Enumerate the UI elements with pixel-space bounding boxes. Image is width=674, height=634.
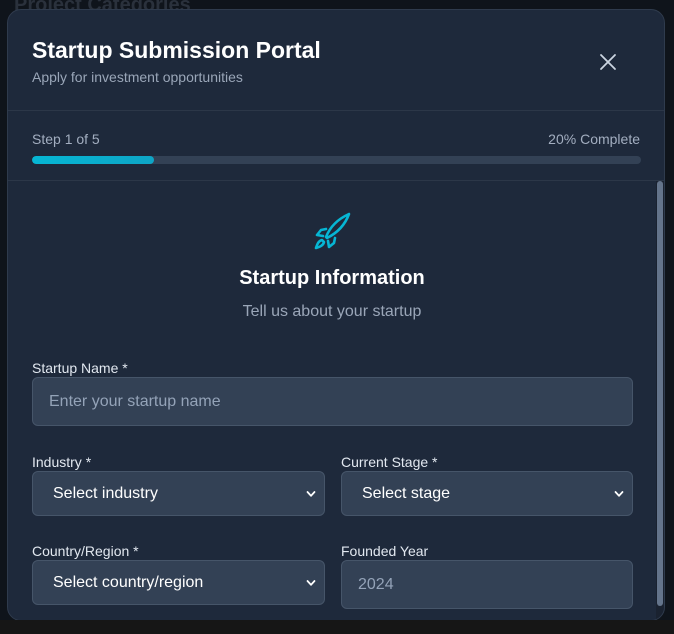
modal-header: Startup Submission Portal Apply for inve… [8, 10, 664, 111]
completion-percent: 20% Complete [548, 131, 640, 147]
founded-year-input[interactable] [341, 560, 633, 609]
scrollbar[interactable] [656, 181, 664, 620]
stage-select[interactable]: Select stage [341, 471, 633, 516]
step-indicator: Step 1 of 5 [32, 131, 100, 147]
scrollbar-thumb[interactable] [657, 181, 663, 606]
industry-label: Industry * [32, 454, 92, 470]
close-button[interactable] [594, 48, 622, 76]
industry-selected-value: Select industry [53, 484, 158, 502]
section-subtitle: Tell us about your startup [242, 303, 422, 320]
startup-name-input[interactable] [32, 377, 633, 426]
chevron-down-icon [306, 579, 316, 586]
progress-bar-fill [32, 156, 154, 164]
progress-section: Step 1 of 5 20% Complete [8, 111, 664, 181]
modal-title: Startup Submission Portal [32, 37, 321, 63]
country-select[interactable]: Select country/region [32, 560, 325, 605]
modal-subtitle: Apply for investment opportunities [32, 69, 243, 85]
progress-bar [32, 156, 641, 164]
chevron-down-icon [306, 490, 316, 497]
close-icon [600, 54, 616, 70]
country-selected-value: Select country/region [53, 573, 204, 591]
section-title: Startup Information [239, 267, 425, 289]
startup-name-label: Startup Name * [32, 360, 128, 376]
form-body: Startup Information Tell us about your s… [8, 181, 656, 620]
stage-label: Current Stage * [341, 454, 438, 470]
industry-select[interactable]: Select industry [32, 471, 325, 516]
bottom-strip [0, 620, 674, 634]
chevron-down-icon [614, 490, 624, 497]
founded-year-label: Founded Year [341, 543, 429, 559]
stage-selected-value: Select stage [362, 484, 451, 502]
country-label: Country/Region * [32, 543, 139, 559]
rocket-icon [314, 212, 351, 250]
submission-modal: Startup Submission Portal Apply for inve… [7, 9, 665, 621]
